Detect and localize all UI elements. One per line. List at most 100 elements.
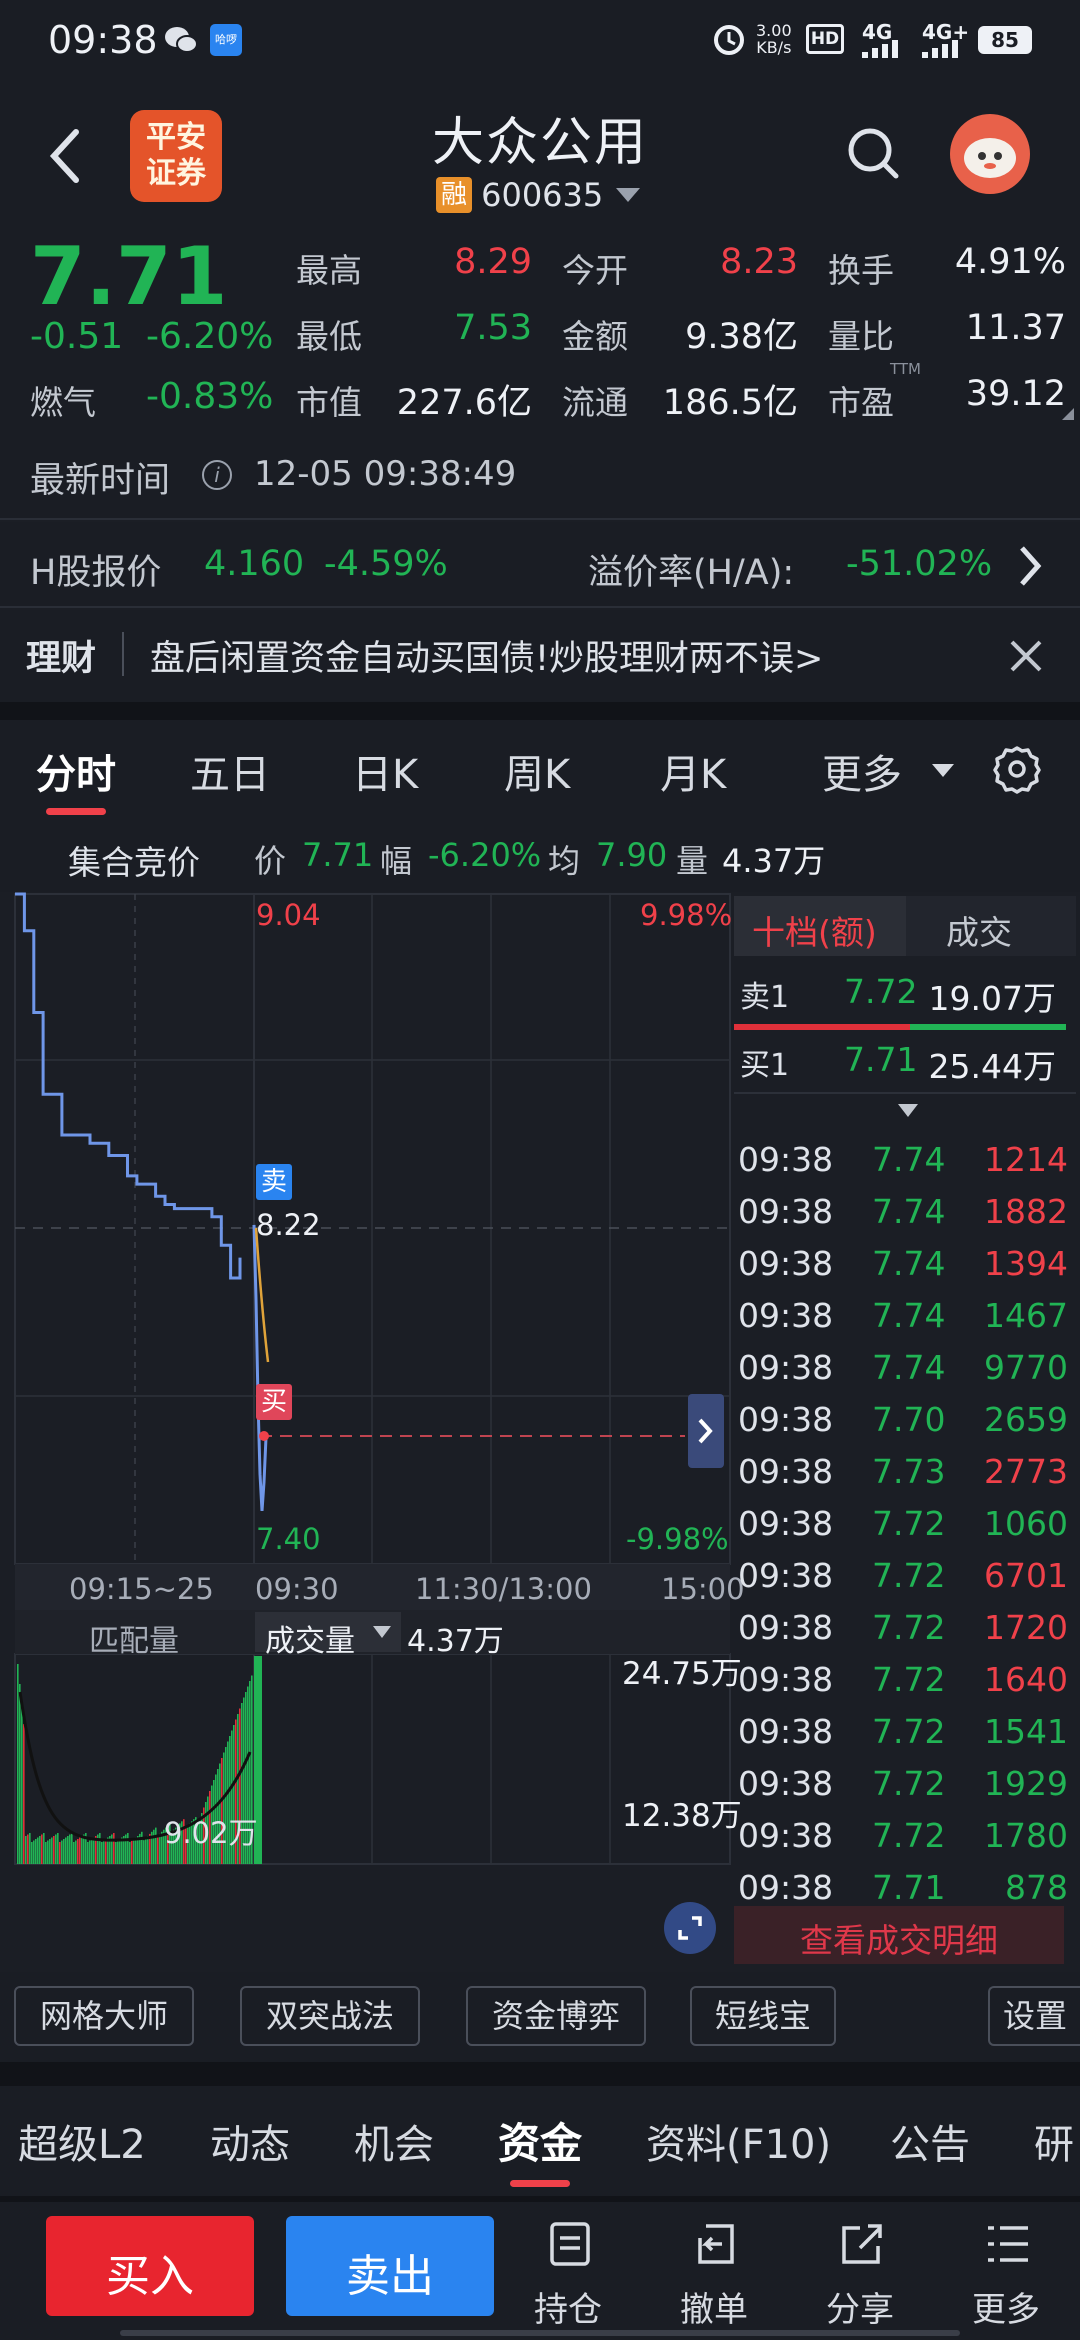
volume-bar [63,1839,65,1864]
amount-value: 9.38亿 [685,317,798,357]
expand-right-icon[interactable] [688,1394,724,1468]
expand-orderbook-icon[interactable] [898,1104,918,1117]
low-label: 最低 [296,317,362,356]
tab-research[interactable]: 研 [1034,2112,1074,2170]
tab-super-l2[interactable]: 超级L2 [18,2112,146,2170]
short-term-button[interactable]: 短线宝 [690,1986,836,2046]
bid-ratio-bar [910,1024,1066,1030]
share-icon [838,2220,886,2268]
turnover-value: 4.91% [954,242,1066,282]
h-share-label: H股报价 [30,553,162,593]
trade-time: 09:38 [738,1660,834,1699]
volume-bar [155,1827,157,1864]
mcap-value: 227.6亿 [396,383,532,423]
gear-icon[interactable] [992,744,1042,794]
buy-button[interactable]: 买入 [46,2216,254,2316]
trade-volume: 1214 [984,1140,1068,1179]
high-value: 8.29 [454,242,532,282]
tab-capital[interactable]: 资金 [498,2110,582,2171]
trade-time: 09:38 [738,1140,834,1179]
volume-bar [29,1833,31,1864]
tab-f10[interactable]: 资料(F10) [646,2112,831,2170]
stock-code: 600635 [481,176,604,214]
amount-label: 金额 [562,317,628,356]
x-label-close: 15:00 [661,1572,745,1606]
status-bar: 09:38 哈啰 3.00 KB/s HD 4G 4G+ 85 [0,0,1080,80]
double-break-button[interactable]: 双突战法 [240,1986,420,2046]
tab-monthly-k[interactable]: 月K [660,742,726,800]
trade-price: 7.73 [872,1452,946,1491]
ad-divider [122,632,124,676]
trade-price: 7.72 [872,1556,946,1595]
volume-bar [131,1840,133,1864]
volume-max-label: 24.75万 [622,1656,742,1692]
sector-change: -0.83% [146,376,274,417]
volume-bar [27,1834,29,1864]
trade-price: 7.72 [872,1660,946,1699]
volratio-label: 量比 [828,317,894,356]
tab-daily-k[interactable]: 日K [352,742,418,800]
trade-price: 7.72 [872,1504,946,1543]
tab-trades[interactable]: 成交 [946,906,1012,954]
info-icon[interactable]: i [202,460,232,490]
trade-volume: 1780 [984,1816,1068,1855]
sell-marker[interactable]: 卖 [256,1164,292,1200]
finance-ad-banner[interactable]: 理财 盘后闲置资金自动买国债!炒股理财两不误> [0,610,1080,702]
h-share-price: 4.160 [204,544,305,584]
bottom-action-bar: 买入 卖出 持仓 撤单 分享 更多 [0,2202,1080,2340]
stock-code-selector[interactable]: 融 600635 [436,176,641,216]
volume-bar [37,1837,39,1864]
close-icon[interactable] [1008,638,1044,674]
avatar[interactable] [950,114,1030,194]
volume-bar [45,1842,47,1864]
volume-bar [145,1838,147,1864]
tool-bar: 网格大师 双突战法 资金博弈 短线宝 设置 [0,1972,1080,2062]
trade-row: 09:38 7.72 1780 [738,1810,1068,1862]
trade-row: 09:38 7.72 6701 [738,1550,1068,1602]
y-top-pct: 9.98% [640,898,733,932]
holdings-icon [548,2220,592,2268]
grid-master-button[interactable]: 网格大师 [14,1986,194,2046]
tab-intraday[interactable]: 分时 [36,742,116,800]
volume-indicator-select[interactable]: 成交量 [255,1612,401,1659]
ad-text: 盘后闲置资金自动买国债!炒股理财两不误> [150,639,824,679]
fullscreen-icon[interactable] [664,1902,716,1954]
volume-bar [61,1840,63,1864]
volume-bar [147,1836,149,1864]
tab-weekly-k[interactable]: 周K [504,742,570,800]
buy-marker[interactable]: 买 [256,1384,292,1420]
bid-price: 7.71 [844,1040,918,1079]
volume-bar [143,1840,145,1864]
volume-bar [93,1837,95,1864]
premium-label: 溢价率(H/A): [588,553,795,593]
auction-title: 集合竞价 [68,843,200,882]
tab-ten-level[interactable]: 十档(额) [734,896,906,956]
sell-button[interactable]: 卖出 [286,2216,494,2316]
capital-game-button[interactable]: 资金博弈 [466,1986,646,2046]
volume-bar [91,1839,93,1864]
stock-header: 平安 证券 大众公用 融 600635 [0,80,1080,230]
tab-five-day[interactable]: 五日 [190,742,270,800]
tool-settings-button[interactable]: 设置 [988,1986,1080,2046]
open-label: 今开 [562,251,628,290]
search-icon[interactable] [846,126,902,182]
summary-avg: 7.90 [596,836,668,874]
volume-bar [59,1842,61,1864]
volume-bar [113,1833,115,1864]
volume-bar [23,1724,25,1864]
chart-tabs: 分时 五日 日K 周K 月K 更多 [0,720,1080,820]
battery-icon: 85 [978,26,1032,54]
tab-more[interactable]: 更多 [822,742,902,800]
net-speed-unit: KB/s [756,38,792,57]
view-trade-detail-button[interactable]: 查看成交明细 [734,1906,1064,1964]
summary-price: 7.71 [302,836,374,874]
volume-bar [33,1840,35,1864]
tab-news[interactable]: 动态 [210,2112,290,2170]
tab-announcements[interactable]: 公告 [890,2112,970,2170]
intraday-chart-area: 9.04 9.98% 8.22 7.40 -9.98% 卖 买 09:15~25… [0,892,1080,1972]
volume-bar [57,1833,59,1864]
h-share-row[interactable]: H股报价 4.160 -4.59% 溢价率(H/A): -51.02% [0,522,1080,608]
tab-opportunity[interactable]: 机会 [354,2112,434,2170]
trade-time: 09:38 [738,1868,834,1907]
trade-row: 09:38 7.70 2659 [738,1394,1068,1446]
